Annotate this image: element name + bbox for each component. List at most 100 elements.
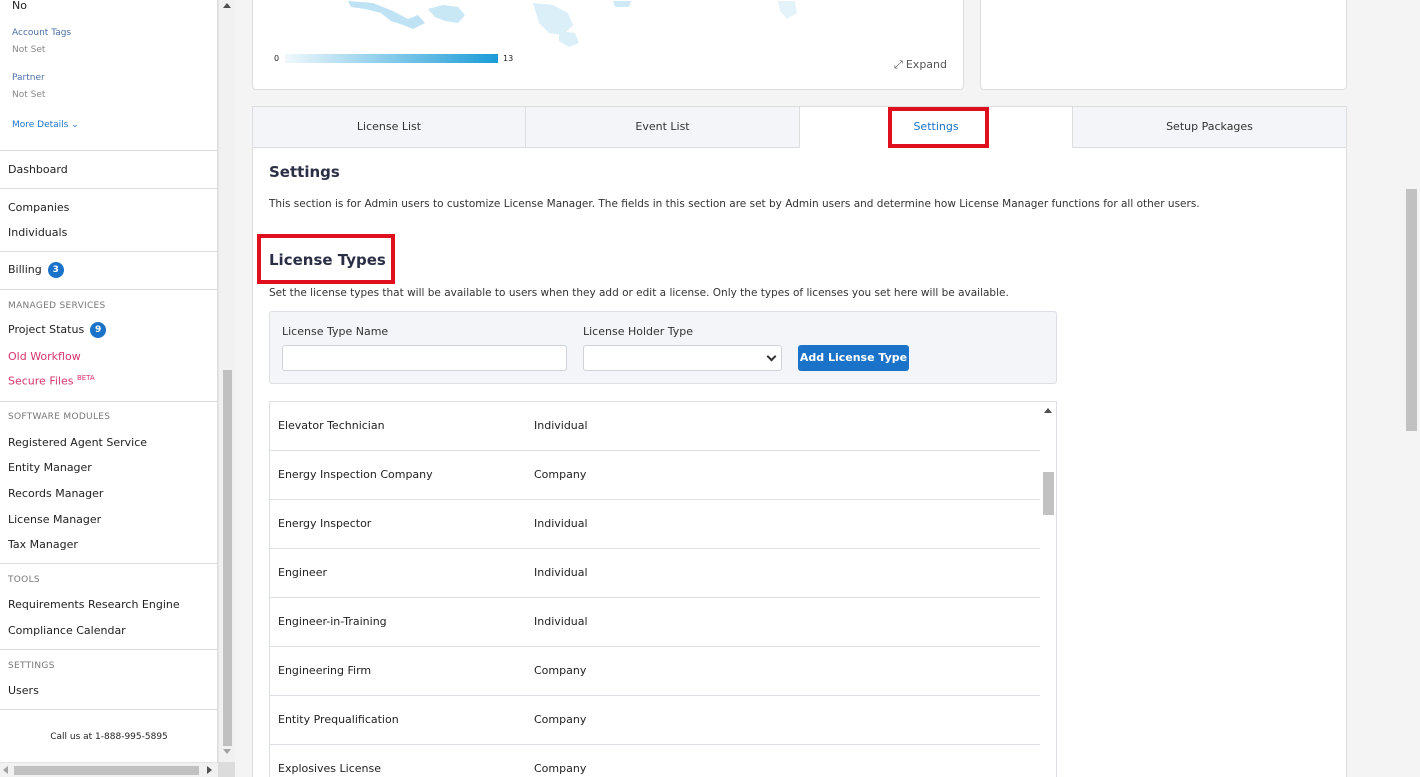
license-holder-type: Individual: [534, 517, 588, 530]
license-type-name: Energy Inspection Company: [278, 468, 433, 481]
map-region: [559, 31, 579, 47]
sidebar-item-registered-agent[interactable]: Registered Agent Service: [8, 436, 147, 449]
tab-license-list[interactable]: License List: [253, 107, 526, 148]
divider: [0, 150, 217, 151]
tab-setup-packages[interactable]: Setup Packages: [1073, 107, 1346, 148]
license-type-name-label: License Type Name: [282, 325, 389, 338]
chevron-down-icon: [766, 351, 777, 362]
highlight-box-settings-tab: [888, 107, 989, 148]
chevron-down-icon: ⌄: [71, 120, 79, 130]
map-graphic[interactable]: [253, 0, 964, 90]
scrollbar-corner: [218, 762, 235, 777]
license-type-name-input[interactable]: [282, 345, 567, 371]
sidebar-item-compliance-calendar[interactable]: Compliance Calendar: [8, 624, 126, 637]
sidebar-item-old-workflow[interactable]: Old Workflow: [8, 350, 81, 363]
scroll-left-arrow-icon[interactable]: [3, 766, 8, 774]
license-type-name: Energy Inspector: [278, 517, 372, 530]
more-details-link[interactable]: More Details ⌄: [12, 120, 79, 130]
add-license-type-form: License Type Name License Holder Type Ad…: [269, 311, 1057, 384]
account-value: No: [12, 0, 27, 12]
license-type-name: Engineer: [278, 566, 327, 579]
tabs-panel: License List Event List Settings Setup P…: [252, 106, 1347, 777]
tab-event-list[interactable]: Event List: [526, 107, 800, 148]
license-type-name: Engineer-in-Training: [278, 615, 387, 628]
sidebar-scrollbar[interactable]: [218, 0, 235, 762]
list-item[interactable]: Engineer-in-Training Individual: [270, 598, 1040, 647]
legend-gradient: [285, 54, 498, 63]
settings-description: This section is for Admin users to custo…: [269, 198, 1200, 210]
license-holder-type: Individual: [534, 615, 588, 628]
expand-icon: ⤢: [894, 58, 903, 71]
project-status-badge: 9: [90, 322, 107, 338]
section-settings: SETTINGS: [8, 661, 55, 671]
divider: [0, 289, 217, 290]
sidebar: No Account Tags Not Set Partner Not Set …: [0, 0, 218, 762]
divider: [0, 188, 217, 189]
sidebar-item-license-manager[interactable]: License Manager: [8, 513, 101, 526]
license-type-name: Entity Prequalification: [278, 713, 399, 726]
section-tools: TOOLS: [8, 575, 40, 585]
map-card: 0 13 ⤢ Expand: [252, 0, 964, 90]
license-holder-type: Company: [534, 762, 587, 775]
scrollbar-thumb[interactable]: [1043, 472, 1054, 515]
legend-min: 0: [274, 54, 280, 63]
sidebar-item-secure-files[interactable]: Secure Files BETA: [8, 374, 95, 388]
billing-badge: 3: [47, 262, 64, 278]
license-type-name: Engineering Firm: [278, 664, 372, 677]
license-holder-type: Individual: [534, 419, 588, 432]
scrollbar-thumb[interactable]: [14, 766, 199, 775]
license-holder-type: Individual: [534, 566, 588, 579]
list-item[interactable]: Energy Inspector Individual: [270, 500, 1040, 549]
scrollbar-thumb[interactable]: [223, 370, 232, 746]
divider: [0, 649, 217, 650]
license-holder-type: Company: [534, 468, 587, 481]
partner-label: Partner: [12, 73, 45, 83]
scroll-up-arrow-icon[interactable]: [1044, 408, 1052, 413]
list-item[interactable]: Elevator Technician Individual: [270, 402, 1040, 451]
divider: [0, 709, 217, 710]
sidebar-item-project-status[interactable]: Project Status 9: [8, 322, 107, 338]
sidebar-horizontal-scrollbar[interactable]: [0, 762, 218, 777]
map-region: [533, 3, 573, 35]
scroll-right-arrow-icon[interactable]: [207, 766, 212, 774]
list-scrollbar[interactable]: [1040, 402, 1056, 777]
add-license-type-button[interactable]: Add License Type: [798, 345, 909, 371]
scroll-up-arrow-icon[interactable]: [223, 3, 231, 8]
sidebar-item-billing[interactable]: Billing 3: [8, 262, 64, 278]
sidebar-item-tax-manager[interactable]: Tax Manager: [8, 538, 78, 551]
sidebar-item-users[interactable]: Users: [8, 684, 39, 697]
account-tags-value: Not Set: [12, 45, 46, 55]
list-item[interactable]: Engineering Firm Company: [270, 647, 1040, 696]
list-item[interactable]: Explosives License Company: [270, 745, 1040, 777]
sidebar-item-entity-manager[interactable]: Entity Manager: [8, 461, 92, 474]
page-scrollbar[interactable]: [1403, 0, 1420, 777]
settings-title: Settings: [269, 163, 340, 181]
license-holder-type: Company: [534, 664, 587, 677]
license-holder-type: Company: [534, 713, 587, 726]
divider: [0, 563, 217, 564]
expand-button[interactable]: ⤢ Expand: [894, 58, 947, 72]
partner-value: Not Set: [12, 90, 46, 100]
license-holder-type-label: License Holder Type: [583, 325, 694, 338]
sidebar-item-companies[interactable]: Companies: [8, 201, 69, 214]
sidebar-item-dashboard[interactable]: Dashboard: [8, 163, 68, 176]
license-type-name: Explosives License: [278, 762, 381, 775]
list-item[interactable]: Energy Inspection Company Company: [270, 451, 1040, 500]
license-holder-type-select[interactable]: [583, 345, 782, 371]
sidebar-item-individuals[interactable]: Individuals: [8, 226, 67, 239]
section-managed-services: MANAGED SERVICES: [8, 301, 106, 311]
section-software-modules: SOFTWARE MODULES: [8, 412, 111, 422]
list-item[interactable]: Entity Prequalification Company: [270, 696, 1040, 745]
license-types-list: Elevator Technician Individual Energy In…: [269, 401, 1057, 777]
scroll-down-arrow-icon[interactable]: [223, 749, 231, 754]
scrollbar-thumb[interactable]: [1406, 189, 1417, 431]
license-type-name: Elevator Technician: [278, 419, 385, 432]
legend-max: 13: [503, 54, 514, 63]
sidebar-item-records-manager[interactable]: Records Manager: [8, 487, 103, 500]
map-region: [778, 1, 797, 19]
list-item[interactable]: Engineer Individual: [270, 549, 1040, 598]
call-us-text: Call us at 1-888-995-5895: [50, 732, 168, 742]
account-tags-label: Account Tags: [12, 28, 72, 38]
sidebar-item-requirements-engine[interactable]: Requirements Research Engine: [8, 598, 180, 611]
highlight-box-license-types: [257, 234, 395, 284]
